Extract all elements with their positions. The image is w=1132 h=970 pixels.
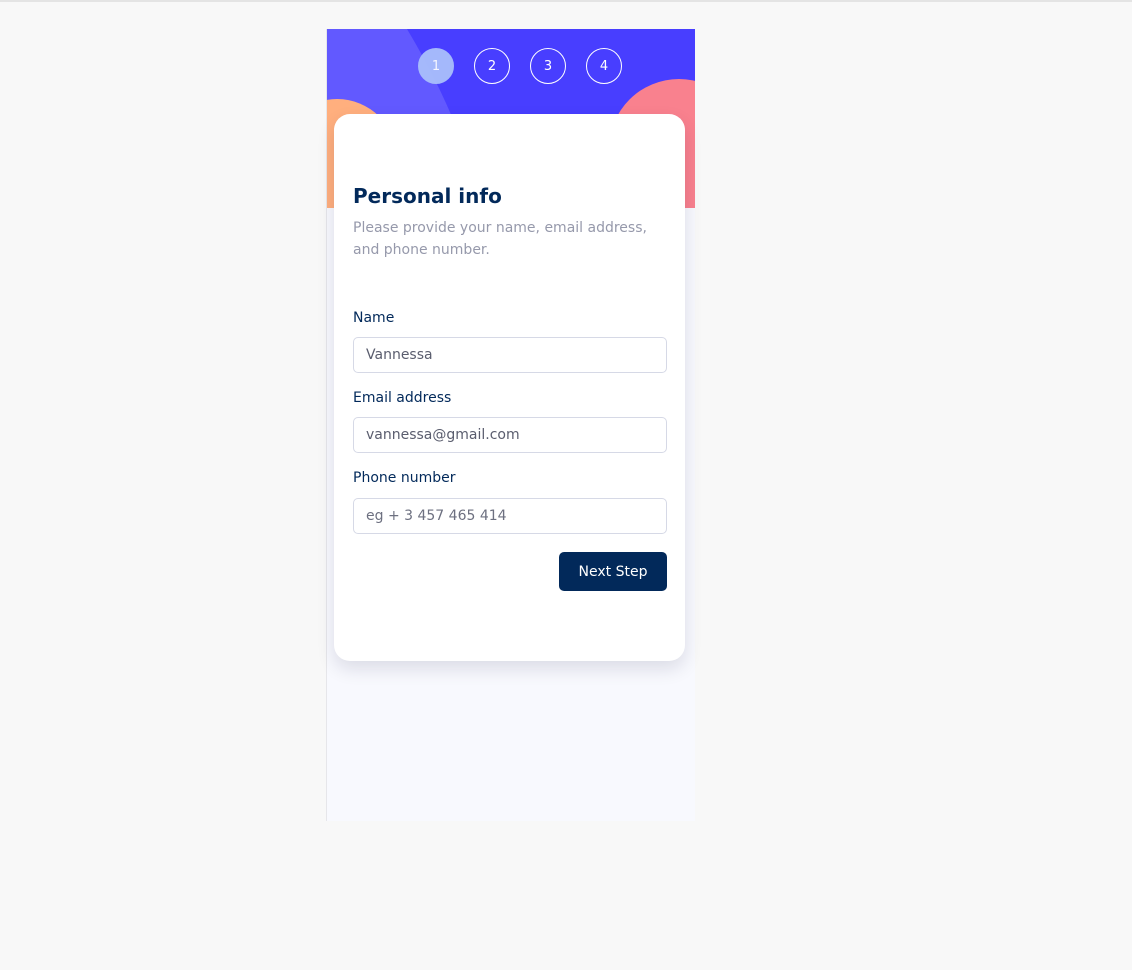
step-indicator: 1 2 3 4 — [418, 48, 622, 84]
step-3-circle[interactable]: 3 — [530, 48, 566, 84]
email-field[interactable] — [353, 417, 667, 453]
step-4-circle[interactable]: 4 — [586, 48, 622, 84]
phone-label: Phone number — [353, 470, 456, 486]
personal-info-card: Personal info Please provide your name, … — [334, 114, 685, 661]
email-label: Email address — [353, 390, 452, 406]
name-field[interactable] — [353, 337, 667, 373]
page-description: Please provide your name, email address,… — [353, 220, 647, 258]
next-step-button[interactable]: Next Step — [559, 552, 667, 591]
step-1-circle[interactable]: 1 — [418, 48, 454, 84]
name-label: Name — [353, 310, 395, 326]
page-title: Personal info — [353, 184, 502, 208]
step-2-circle[interactable]: 2 — [474, 48, 510, 84]
window-top-border — [0, 0, 1132, 2]
phone-field[interactable] — [353, 498, 667, 534]
